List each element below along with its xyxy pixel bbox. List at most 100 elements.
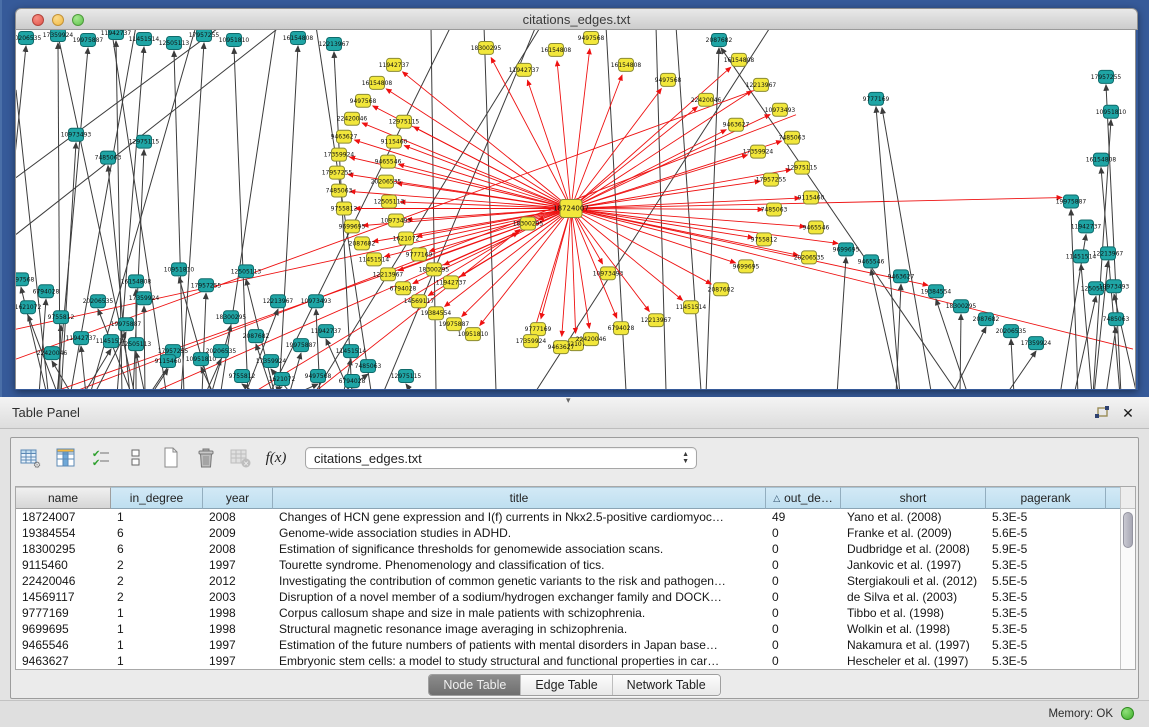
row-layout-button[interactable]: [124, 446, 148, 470]
graph-node-label: 11451514: [129, 36, 160, 43]
float-panel-button[interactable]: [1093, 404, 1111, 422]
graph-node-label: 22420046: [691, 97, 722, 104]
graph-node-label: 19975887: [111, 321, 142, 328]
close-panel-button[interactable]: ✕: [1119, 404, 1137, 422]
table-settings-button[interactable]: ⚙: [19, 446, 43, 470]
tab-node-table[interactable]: Node Table: [429, 675, 520, 695]
cell-name: 22420046: [16, 573, 111, 589]
graph-edge: [406, 384, 414, 389]
column-header-short[interactable]: short: [841, 487, 986, 509]
graph-node-label: 20206535: [371, 179, 402, 186]
function-builder-icon: f(x): [266, 450, 287, 467]
graph-edge: [571, 209, 736, 263]
cell-out_de: 0: [766, 541, 841, 557]
graph-node-label: 16154808: [611, 62, 642, 69]
graph-node-label: 9465546: [803, 224, 830, 231]
cell-out_de: 0: [766, 557, 841, 573]
graph-edge: [571, 67, 731, 208]
graph-node-label: 9777169: [525, 326, 552, 333]
cell-name: 9463627: [16, 653, 111, 669]
close-window-icon[interactable]: [32, 14, 44, 26]
delete-attribute-button[interactable]: [194, 446, 218, 470]
graph-node-label: 20206535: [996, 328, 1027, 335]
cell-out_de: 0: [766, 637, 841, 653]
network-table-select[interactable]: citations_edges.txt ▲▼: [305, 447, 697, 469]
new-attribute-icon: [160, 447, 182, 469]
table-panel-body: ⚙ ✔ ✔: [10, 437, 1139, 699]
graph-node-label: 16154808: [1086, 157, 1117, 164]
cell-short: Hescheler et al. (1997): [841, 653, 986, 669]
cell-name: 18300295: [16, 541, 111, 557]
network-canvas[interactable]: 2020653517359924199758871194273711451514…: [16, 30, 1136, 389]
graph-node-label: 22420046: [37, 350, 68, 357]
table-row[interactable]: 969969511998Structural magnetic resonanc…: [16, 621, 1120, 637]
new-attribute-button[interactable]: [159, 446, 183, 470]
network-graph-area[interactable]: 2020653517359924199758871194273711451514…: [15, 30, 1136, 389]
graph-node-label: 17957255: [322, 170, 353, 177]
scrollbar-thumb[interactable]: [1123, 512, 1133, 548]
table-row[interactable]: 1456911722003Disruption of a novel membe…: [16, 589, 1120, 605]
table-row[interactable]: 2242004622012Investigating the contribut…: [16, 573, 1120, 589]
graph-node-label: 12505113: [121, 341, 152, 348]
cell-pagerank: 5.3E-5: [986, 637, 1106, 653]
delete-table-button[interactable]: ✕: [229, 446, 253, 470]
cell-short: Wolkin et al. (1998): [841, 621, 986, 637]
table-row[interactable]: 911546021997Tourette syndrome. Phenomeno…: [16, 557, 1120, 573]
graph-edge: [279, 46, 298, 389]
table-row[interactable]: 1872400712008Changes of HCN gene express…: [16, 509, 1120, 525]
graph-node-label: 17359924: [256, 358, 287, 365]
graph-edge: [136, 352, 145, 389]
cell-name: 18724007: [16, 509, 111, 525]
minimize-window-icon[interactable]: [52, 14, 64, 26]
function-builder-button[interactable]: f(x): [264, 446, 288, 470]
graph-node-label: 16154808: [724, 57, 755, 64]
column-header-name[interactable]: name: [16, 487, 111, 509]
graph-edge: [882, 108, 931, 389]
graph-node-label: 9755812: [751, 236, 778, 243]
graph-node-label: 12975115: [391, 373, 422, 380]
graph-edge: [571, 209, 589, 329]
graph-edge: [1071, 210, 1078, 390]
zoom-window-icon[interactable]: [72, 14, 84, 26]
graph-node-label: 2087682: [706, 37, 733, 44]
cell-name: 9699695: [16, 621, 111, 637]
graph-node-label: 12213967: [373, 271, 404, 278]
graph-node-label: 11451514: [359, 256, 390, 263]
cell-out_de: 0: [766, 653, 841, 669]
tab-network-table[interactable]: Network Table: [612, 675, 720, 695]
select-stepper-icon: ▲▼: [682, 451, 689, 465]
column-show-button[interactable]: [54, 446, 78, 470]
graph-edge: [571, 209, 1133, 350]
cell-title: Estimation of the future numbers of pati…: [273, 637, 766, 653]
graph-node-label: 7485063: [95, 155, 122, 162]
column-header-title[interactable]: title: [273, 487, 766, 509]
graph-node-label: 9755812: [48, 314, 75, 321]
table-row[interactable]: 1938455462009Genome-wide association stu…: [16, 525, 1120, 541]
graph-node-label: 17957255: [191, 282, 222, 289]
graph-node-label: 10973493: [381, 217, 412, 224]
table-scrollbar[interactable]: [1120, 487, 1135, 669]
cell-title: Corpus callosum shape and size in male p…: [273, 605, 766, 621]
select-columns-button[interactable]: ✔ ✔: [89, 446, 113, 470]
table-row[interactable]: 1830029562008Estimation of significance …: [16, 541, 1120, 557]
column-show-icon: [55, 447, 77, 469]
graph-node-label: 20206535: [16, 35, 41, 42]
graph-edge: [571, 91, 752, 209]
tab-edge-table[interactable]: Edge Table: [520, 675, 611, 695]
graph-node-label: 9699695: [339, 223, 366, 230]
graph-node-label: 9699695: [733, 263, 760, 270]
column-header-in_degree[interactable]: in_degree: [111, 487, 203, 509]
table-row[interactable]: 946362711997Embryonic stem cells: a mode…: [16, 653, 1120, 669]
table-row[interactable]: 946554611997Estimation of the future num…: [16, 637, 1120, 653]
table-row[interactable]: 977716911998Corpus callosum shape and si…: [16, 605, 1120, 621]
column-header-year[interactable]: year: [203, 487, 273, 509]
desktop-background: citations_edges.txt 20206535 17359924 1997…: [0, 0, 1149, 397]
cell-name: 19384554: [16, 525, 111, 541]
column-header-pagerank[interactable]: pagerank: [986, 487, 1106, 509]
panel-splitter-icon[interactable]: ▾: [566, 395, 571, 406]
column-header-out_de[interactable]: △out_de…: [766, 487, 841, 509]
cell-name: 9115460: [16, 557, 111, 573]
window-title-bar[interactable]: citations_edges.txt: [15, 8, 1138, 30]
network-view-window: citations_edges.txt 20206535 17359924 1997…: [15, 8, 1138, 390]
graph-edge: [261, 387, 282, 389]
